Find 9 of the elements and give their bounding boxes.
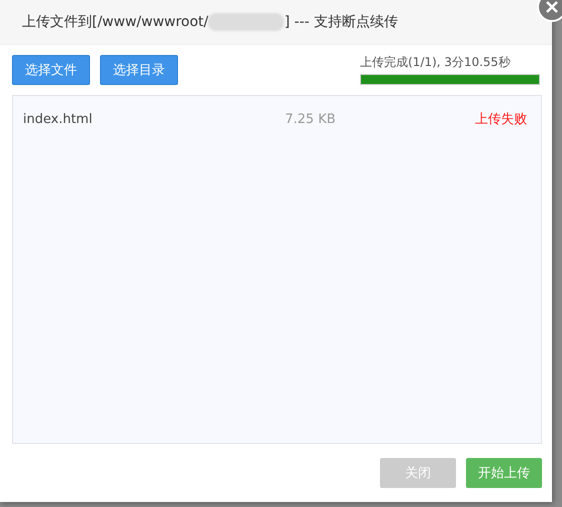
- start-upload-button[interactable]: 开始上传: [466, 458, 542, 488]
- select-button[interactable]: 选择目录: [100, 55, 178, 85]
- upload-status: 上传失败: [475, 111, 527, 128]
- dialog-title: 上传文件到[/www/wwwroot/: [22, 13, 208, 31]
- dialog-title-suffix: ] --- 支持断点续传: [284, 13, 398, 31]
- file-size: 7.25 KB: [285, 112, 337, 126]
- file-name: index.html: [23, 112, 94, 126]
- progress-text: 上传完成(1/1), 3分10.55秒: [360, 54, 512, 71]
- select-button[interactable]: 选择文件: [12, 55, 90, 85]
